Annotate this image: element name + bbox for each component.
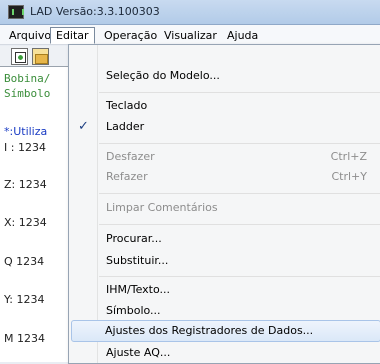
- menu-item-ihm-texto[interactable]: IHM/Texto...: [71, 279, 380, 301]
- menu-item-limpar-comentarios[interactable]: Limpar Comentários: [71, 197, 380, 219]
- checkmark-icon: ✓: [78, 119, 89, 134]
- menu-item-label: Ajuste AQ...: [106, 346, 171, 359]
- menu-item-label: Substituir...: [106, 254, 169, 267]
- open-folder-icon[interactable]: [32, 48, 49, 65]
- menu-editar[interactable]: Editar: [50, 27, 95, 44]
- menu-separator: [99, 92, 380, 93]
- menu-separator: [99, 276, 380, 277]
- menu-item-ajuste-aq[interactable]: Ajuste AQ...: [71, 342, 380, 364]
- pane-line: *:Utiliza: [4, 125, 48, 138]
- pane-line: Y: 1234: [4, 293, 45, 306]
- pane-line: X: 1234: [4, 216, 47, 229]
- menu-item-label: Ajustes dos Registradores de Dados...: [105, 324, 314, 337]
- editar-dropdown-menu: Seleção do Modelo... Teclado ✓ Ladder De…: [68, 44, 380, 364]
- title-bar: LAD Versão:3.3.100303: [0, 0, 380, 25]
- pane-line: Símbolo: [4, 87, 51, 100]
- menu-arquivo[interactable]: Arquivo: [3, 27, 57, 44]
- new-diagram-icon[interactable]: [11, 48, 28, 65]
- menu-item-selecao-modelo[interactable]: Seleção do Modelo...: [71, 65, 380, 87]
- menu-item-label: Símbolo...: [106, 304, 161, 317]
- menu-item-label: Limpar Comentários: [106, 201, 218, 214]
- menu-item-ajustes-registradores[interactable]: Ajustes dos Registradores de Dados...: [71, 320, 380, 342]
- menu-item-label: Refazer: [106, 170, 148, 183]
- window-title: LAD Versão:3.3.100303: [30, 5, 160, 18]
- pane-line: I : 1234: [4, 141, 46, 154]
- pane-line: Q 1234: [4, 255, 45, 268]
- menu-item-label: Desfazer: [106, 150, 155, 163]
- menu-item-label: Teclado: [106, 99, 148, 112]
- menu-item-label: IHM/Texto...: [106, 283, 170, 296]
- ladder-app-icon: [8, 5, 24, 19]
- menu-item-label: Ladder: [106, 120, 145, 133]
- menu-item-procurar[interactable]: Procurar...: [71, 228, 380, 250]
- menu-bar: Arquivo Editar Operação Visualizar Ajuda: [0, 25, 380, 45]
- menu-item-simbolo[interactable]: Símbolo...: [71, 300, 380, 322]
- menu-separator: [99, 143, 380, 144]
- menu-ajuda[interactable]: Ajuda: [221, 27, 264, 44]
- menu-item-teclado[interactable]: Teclado: [71, 95, 380, 117]
- menu-item-shortcut: Ctrl+Z: [330, 150, 367, 163]
- menu-item-label: Procurar...: [106, 232, 162, 245]
- menu-separator: [99, 193, 380, 194]
- menu-operacao[interactable]: Operação: [98, 27, 163, 44]
- pane-line: Z: 1234: [4, 178, 47, 191]
- pane-line: M 1234: [4, 332, 45, 345]
- menu-item-refazer[interactable]: Refazer Ctrl+Y: [71, 166, 380, 188]
- menu-item-shortcut: Ctrl+Y: [331, 170, 367, 183]
- menu-item-ladder[interactable]: ✓ Ladder: [71, 116, 380, 138]
- menu-item-desfazer[interactable]: Desfazer Ctrl+Z: [71, 146, 380, 168]
- menu-separator: [99, 224, 380, 225]
- menu-item-label: Seleção do Modelo...: [106, 69, 220, 82]
- menu-visualizar[interactable]: Visualizar: [158, 27, 223, 44]
- pane-line: Bobina/: [4, 72, 51, 85]
- menu-item-substituir[interactable]: Substituir...: [71, 250, 380, 272]
